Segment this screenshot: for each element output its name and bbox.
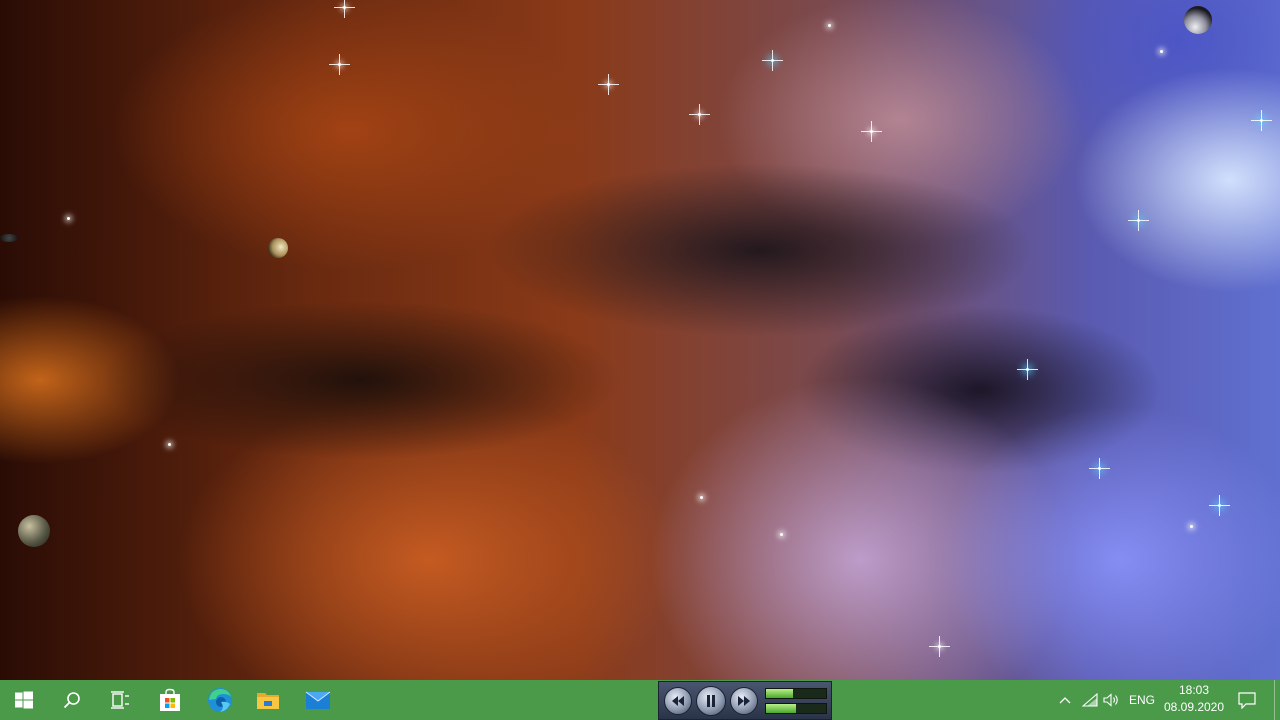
star bbox=[67, 217, 70, 220]
input-language-button[interactable]: ENG bbox=[1126, 680, 1158, 720]
pause-button[interactable] bbox=[696, 686, 726, 716]
network-button[interactable] bbox=[1080, 680, 1100, 720]
star bbox=[1160, 50, 1163, 53]
star bbox=[1251, 110, 1272, 131]
notification-icon bbox=[1238, 691, 1256, 709]
star bbox=[1209, 495, 1230, 516]
file-explorer-button[interactable] bbox=[244, 680, 292, 720]
star bbox=[1190, 525, 1193, 528]
planet bbox=[0, 234, 18, 242]
star bbox=[1089, 458, 1110, 479]
search-icon bbox=[63, 692, 80, 709]
next-icon bbox=[738, 696, 750, 706]
star bbox=[329, 54, 350, 75]
previous-button[interactable] bbox=[664, 687, 692, 715]
planet bbox=[268, 238, 288, 258]
clock-button[interactable]: 18:03 08.09.2020 bbox=[1160, 682, 1228, 718]
star bbox=[598, 74, 619, 95]
previous-icon bbox=[672, 696, 684, 706]
speaker-icon bbox=[1103, 693, 1118, 707]
star bbox=[861, 121, 882, 142]
star bbox=[828, 24, 831, 27]
task-view-icon bbox=[111, 691, 129, 709]
windows-logo-icon bbox=[15, 691, 33, 709]
seek-bar[interactable] bbox=[765, 688, 827, 699]
star bbox=[700, 496, 703, 499]
volume-button[interactable] bbox=[1102, 680, 1122, 720]
planet bbox=[18, 515, 50, 547]
star bbox=[929, 636, 950, 657]
mail-icon bbox=[305, 691, 331, 709]
media-player-toolbar bbox=[658, 681, 832, 720]
star bbox=[168, 443, 171, 446]
folder-icon bbox=[257, 693, 279, 709]
pause-icon bbox=[707, 695, 715, 707]
search-button[interactable] bbox=[48, 680, 96, 720]
microsoft-store-button[interactable] bbox=[146, 680, 194, 720]
desktop-wallpaper bbox=[0, 0, 1280, 680]
star bbox=[689, 104, 710, 125]
planet bbox=[1184, 6, 1212, 34]
chevron-up-icon bbox=[1059, 697, 1071, 704]
star bbox=[762, 50, 783, 71]
wifi-icon bbox=[1082, 693, 1098, 707]
mail-button[interactable] bbox=[294, 680, 342, 720]
volume-bar[interactable] bbox=[765, 703, 827, 714]
taskbar: ENG bbox=[0, 680, 1280, 720]
seek-bar-fill bbox=[766, 689, 793, 698]
start-button[interactable] bbox=[0, 680, 48, 720]
volume-bar-fill bbox=[766, 704, 796, 713]
show-desktop-button[interactable] bbox=[1274, 680, 1280, 720]
show-hidden-icons-button[interactable] bbox=[1056, 680, 1074, 720]
clock-date: 08.09.2020 bbox=[1163, 700, 1225, 714]
next-button[interactable] bbox=[730, 687, 758, 715]
store-icon bbox=[160, 688, 180, 711]
star bbox=[780, 533, 783, 536]
star bbox=[1128, 210, 1149, 231]
edge-icon bbox=[208, 688, 232, 712]
task-view-button[interactable] bbox=[96, 680, 144, 720]
star bbox=[334, 0, 355, 18]
language-indicator: ENG bbox=[1128, 693, 1155, 707]
star bbox=[1017, 359, 1038, 380]
edge-button[interactable] bbox=[196, 680, 244, 720]
clock-time: 18:03 bbox=[1178, 683, 1210, 697]
action-center-button[interactable] bbox=[1232, 680, 1262, 720]
